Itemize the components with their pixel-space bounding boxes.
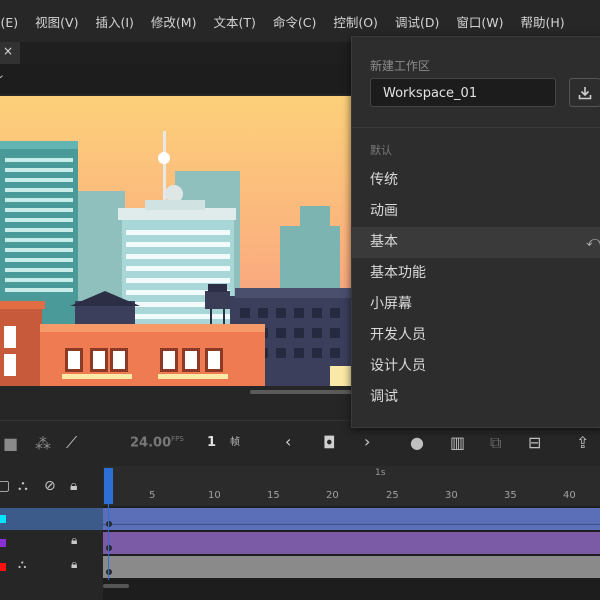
loop-icon[interactable]: ⧉ xyxy=(490,433,501,453)
export-icon[interactable]: ⇪ xyxy=(576,433,589,452)
layer-row[interactable]: ⛬ 🔒︎ xyxy=(0,556,103,578)
layer-parenting-icon[interactable]: ⁂ xyxy=(35,434,51,453)
lock-icon[interactable]: 🔒︎ xyxy=(70,478,77,494)
fps-value: 24.00 xyxy=(130,435,172,451)
outline-icon[interactable]: ▢ xyxy=(0,478,10,494)
onion-skin-icon[interactable]: ● xyxy=(410,433,424,452)
new-workspace-label: 新建工作区 xyxy=(370,59,431,73)
ruler-number: 20 xyxy=(326,490,339,501)
insert-keyframe-icon[interactable]: ◘ xyxy=(323,433,336,452)
panel-divider xyxy=(352,127,600,128)
menu-modify[interactable]: 修改(M) xyxy=(151,12,197,31)
document-tab[interactable]: × xyxy=(0,42,20,64)
reset-icon[interactable]: ⤺ xyxy=(586,227,600,258)
menu-view[interactable]: 视图(V) xyxy=(35,12,78,31)
keyframe-marker[interactable] xyxy=(106,545,112,551)
workspace-item-basic[interactable]: 基本 ⤺ xyxy=(352,227,600,258)
menu-window[interactable]: 窗口(W) xyxy=(456,12,503,31)
layer-track[interactable] xyxy=(103,556,600,578)
ruler-number: 30 xyxy=(445,490,458,501)
default-section-label: 默认 xyxy=(370,144,392,157)
edit-multiple-frames-icon[interactable]: ▥ xyxy=(450,433,465,452)
keyframe-marker[interactable] xyxy=(106,521,112,527)
layer-header: ▢ ⛬ ⊘ 🔒︎ xyxy=(0,466,103,506)
menu-text[interactable]: 文本(T) xyxy=(213,12,255,31)
playhead[interactable] xyxy=(104,468,113,504)
workspace-item-essentials[interactable]: 基本功能 xyxy=(352,258,600,289)
workspace-item-small-screen[interactable]: 小屏幕 xyxy=(352,289,600,320)
ruler-number: 35 xyxy=(504,490,517,501)
workspace-panel: 新建工作区 Workspace_01 默认 传统 动画 基本 ⤺ 基本功能 小屏… xyxy=(351,36,600,428)
stage-artwork xyxy=(0,96,355,386)
save-workspace-button[interactable] xyxy=(569,78,600,107)
highlight-icon[interactable]: ⛬ xyxy=(18,478,28,494)
camera-icon[interactable]: ■ xyxy=(3,434,18,453)
next-frame-icon[interactable]: › xyxy=(364,432,370,451)
workspace-item-label: 基本 xyxy=(370,234,398,250)
graph-icon[interactable]: ⟋ xyxy=(66,433,77,453)
menu-commands[interactable]: 命令(C) xyxy=(273,12,316,31)
highlight-icon[interactable]: ⛬ xyxy=(18,557,26,572)
fps-unit: FPS xyxy=(171,435,184,443)
layer-row[interactable] xyxy=(0,508,103,530)
ruler-number: 10 xyxy=(208,490,221,501)
previous-frame-icon[interactable]: ‹ xyxy=(285,432,291,451)
ruler-number: 15 xyxy=(267,490,280,501)
layer-color-swatch[interactable] xyxy=(0,515,6,523)
stage-horizontal-scrollbar[interactable] xyxy=(250,390,360,394)
fps-display[interactable]: 24.00FPS xyxy=(130,435,184,450)
menu-insert[interactable]: 插入(I) xyxy=(95,12,133,31)
keyframe-marker[interactable] xyxy=(106,569,112,575)
layer-color-swatch[interactable] xyxy=(0,563,6,571)
close-icon[interactable]: × xyxy=(3,44,13,58)
center-frame-icon[interactable]: ⊟ xyxy=(528,433,541,452)
track-divider xyxy=(103,524,600,525)
save-icon xyxy=(578,86,592,99)
visibility-icon[interactable]: ⊘ xyxy=(44,478,56,494)
workspace-item-developer[interactable]: 开发人员 xyxy=(352,320,600,351)
workspace-item-classic[interactable]: 传统 xyxy=(352,165,600,196)
ruler-number: 40 xyxy=(563,490,576,501)
workspace-item-designer[interactable]: 设计人员 xyxy=(352,351,600,382)
workspace-item-animation[interactable]: 动画 xyxy=(352,196,600,227)
ruler-number: 25 xyxy=(386,490,399,501)
timeline-horizontal-scrollbar[interactable] xyxy=(103,584,129,588)
current-frame-value[interactable]: 1 xyxy=(207,435,216,450)
menu-edit[interactable]: 辑(E) xyxy=(0,12,18,31)
layer-color-swatch[interactable] xyxy=(0,539,6,547)
layer-row[interactable]: 🔒︎ xyxy=(0,532,103,554)
workspace-name-field[interactable]: Workspace_01 xyxy=(370,78,556,107)
menu-help[interactable]: 帮助(H) xyxy=(520,12,564,31)
frame-unit-label: 帧 xyxy=(230,437,240,448)
timeline-ruler[interactable]: 1s 5 10 15 20 25 30 35 40 xyxy=(103,466,600,506)
workspace-item-debug[interactable]: 调试 xyxy=(352,382,600,413)
menu-control[interactable]: 控制(O) xyxy=(333,12,378,31)
chevron-down-icon[interactable]: ⌄ xyxy=(0,68,5,81)
lock-icon[interactable]: 🔒︎ xyxy=(71,533,77,548)
playhead-line xyxy=(108,504,109,580)
layer-track[interactable] xyxy=(103,508,600,530)
layer-track[interactable] xyxy=(103,532,600,554)
lock-icon[interactable]: 🔒︎ xyxy=(71,557,77,572)
menu-debug[interactable]: 调试(D) xyxy=(395,12,439,31)
ruler-number: 5 xyxy=(149,490,156,501)
layer-panel: ▢ ⛬ ⊘ 🔒︎ 🔒︎ ⛬ 🔒︎ xyxy=(0,466,103,600)
ruler-seconds-label: 1s xyxy=(375,468,386,478)
